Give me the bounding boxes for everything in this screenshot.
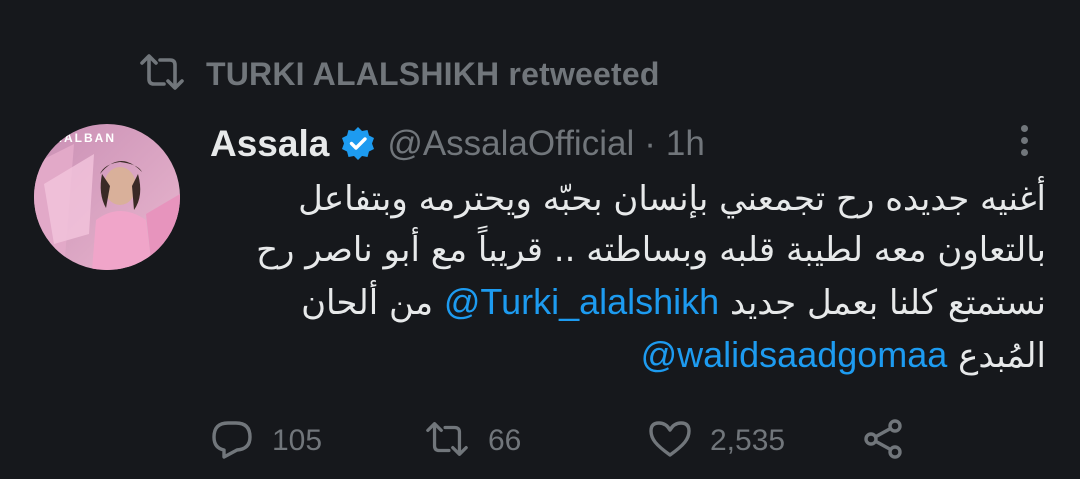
- tweet-line: أغنيه جديده رح تجمعني بإنسان بحبّه ويحتر…: [298, 179, 1046, 219]
- retweet-context[interactable]: TURKI ALALSHIKH retweeted: [138, 53, 660, 96]
- retweet-label[interactable]: TURKI ALALSHIKH retweeted: [206, 56, 660, 93]
- action-bar: 105 66 2,535: [210, 416, 910, 466]
- mention-link[interactable]: @Turki_alalshikh: [444, 281, 719, 322]
- tweet-line: نستمتع كلنا بعمل جديد @Turki_alalshikh م…: [210, 276, 1046, 329]
- svg-text:GHALBAN: GHALBAN: [42, 131, 116, 145]
- retweet-icon: [138, 53, 186, 96]
- separator-dot: ·: [644, 124, 656, 163]
- tweet-line: المُبدع @walidsaadgomaa: [210, 329, 1046, 382]
- share-button[interactable]: [862, 416, 906, 466]
- display-name[interactable]: Assala: [210, 123, 329, 165]
- mention-link[interactable]: @walidsaadgomaa: [641, 334, 948, 375]
- like-button[interactable]: 2,535: [648, 416, 785, 466]
- tweet-line-text: نستمتع كلنا بعمل جديد: [719, 283, 1046, 323]
- tweet-header: Assala @AssalaOfficial · 1h: [210, 120, 705, 168]
- like-count: 2,535: [710, 424, 786, 457]
- heart-icon: [648, 417, 692, 466]
- retweet-icon: [424, 419, 470, 464]
- verified-badge-icon: [339, 125, 377, 163]
- retweet-button[interactable]: 66: [424, 416, 521, 466]
- timestamp[interactable]: 1h: [666, 124, 705, 164]
- tweet-line-text: من ألحان: [301, 283, 444, 323]
- reply-count: 105: [272, 424, 323, 457]
- tweet-line-text: المُبدع: [947, 336, 1046, 376]
- avatar[interactable]: GHALBAN: [34, 124, 180, 270]
- reply-icon: [210, 417, 254, 466]
- more-options-icon[interactable]: [1008, 120, 1040, 160]
- tweet-line: بالتعاون معه لطيبة قلبه وبساطته .. قريبا…: [256, 230, 1046, 270]
- reply-button[interactable]: 105: [210, 416, 322, 466]
- share-icon: [862, 417, 906, 466]
- tweet-text: أغنيه جديده رح تجمعني بإنسان بحبّه ويحتر…: [210, 174, 1046, 382]
- handle[interactable]: @AssalaOfficial: [387, 124, 634, 164]
- retweet-count: 66: [488, 424, 522, 457]
